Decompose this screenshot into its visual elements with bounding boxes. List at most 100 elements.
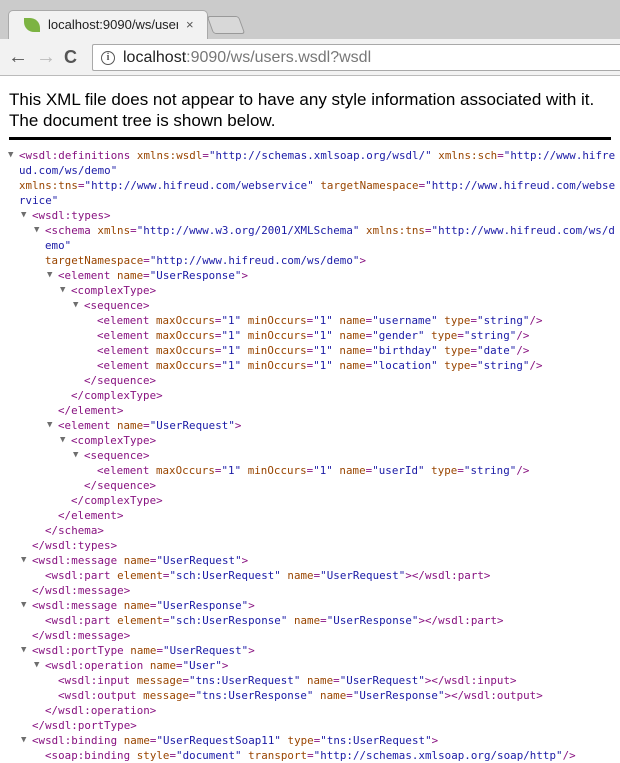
xml-line: <element maxOccurs="1" minOccurs="1" nam… xyxy=(0,463,620,478)
xml-tag: <complexType> xyxy=(71,434,157,447)
xml-tag: <element xyxy=(58,419,117,432)
xml-attr: maxOccurs xyxy=(155,464,215,477)
xml-attr: element xyxy=(117,569,163,582)
browser-tab-content[interactable]: localhost:9090/ws/user × xyxy=(18,10,208,39)
collapse-toggle-icon[interactable]: ▼ xyxy=(21,643,26,658)
collapse-toggle-icon[interactable]: ▼ xyxy=(21,598,26,613)
collapse-toggle-icon[interactable]: ▼ xyxy=(34,223,39,238)
xml-attr: minOccurs xyxy=(247,329,307,342)
xml-style-notice: This XML file does not appear to have an… xyxy=(9,90,595,130)
xml-attr: maxOccurs xyxy=(155,314,215,327)
xml-attr: minOccurs xyxy=(247,344,307,357)
collapse-toggle-icon[interactable]: ▼ xyxy=(21,733,26,748)
xml-tag: ></wsdl:part> xyxy=(405,569,491,582)
xml-line: </wsdl:message> xyxy=(0,628,620,643)
xml-line: </sequence> xyxy=(0,373,620,388)
reload-icon[interactable]: C xyxy=(64,46,77,68)
xml-attr: message xyxy=(143,689,190,702)
close-tab-icon[interactable]: × xyxy=(186,17,194,32)
xml-tag: /> xyxy=(516,344,530,357)
collapse-toggle-icon[interactable]: ▼ xyxy=(60,283,65,298)
collapse-toggle-icon[interactable]: ▼ xyxy=(34,658,39,673)
xml-val: "sch:UserRequest" xyxy=(169,569,281,582)
collapse-toggle-icon[interactable]: ▼ xyxy=(73,448,78,463)
collapse-toggle-icon[interactable]: ▼ xyxy=(8,148,13,163)
xml-tag: <sequence> xyxy=(84,299,150,312)
xml-attr: name xyxy=(306,674,334,687)
xml-val: "UserResponse" xyxy=(352,689,445,702)
xml-line: </sequence> xyxy=(0,478,620,493)
xml-val: "UserRequest" xyxy=(320,569,406,582)
xml-val: "tns:UserRequest" xyxy=(320,734,432,747)
collapse-toggle-icon[interactable]: ▼ xyxy=(21,208,26,223)
xml-tag: </element> xyxy=(58,509,124,522)
xml-val: "UserResponse" xyxy=(156,599,249,612)
xml-val: "document" xyxy=(176,749,242,762)
address-bar[interactable]: i localhost:9090/ws/users.wsdl?wsdl xyxy=(92,44,620,71)
xml-attr: xmlns:wsdl xyxy=(136,149,203,162)
xml-attr: targetNamespace xyxy=(45,254,144,267)
xml-tag: <wsdl:part xyxy=(45,614,118,627)
xml-tag: <soap:binding xyxy=(45,749,137,762)
xml-attr: type xyxy=(431,464,458,477)
xml-attr: element xyxy=(117,614,163,627)
xml-val: "User" xyxy=(182,659,222,672)
xml-val: "gender" xyxy=(372,329,425,342)
xml-val: "1" xyxy=(313,344,333,357)
info-icon[interactable]: i xyxy=(101,50,115,65)
xml-line: </element> xyxy=(0,508,620,523)
xml-val: "UserRequest" xyxy=(163,644,249,657)
xml-tag: <wsdl:operation xyxy=(45,659,150,672)
xml-tag: <complexType> xyxy=(71,284,157,297)
xml-attr: xmlns xyxy=(97,224,131,237)
xml-tag: <wsdl:definitions xyxy=(19,149,137,162)
xml-tag: > xyxy=(221,659,229,672)
xml-tag: </element> xyxy=(58,404,124,417)
xml-line: </complexType> xyxy=(0,493,620,508)
xml-attr: name xyxy=(123,734,150,747)
xml-val: "1" xyxy=(313,464,333,477)
xml-line: ▼ <element name="UserResponse"> xyxy=(0,268,620,283)
new-tab-button[interactable] xyxy=(206,16,246,34)
xml-tag: /> xyxy=(562,749,576,762)
xml-val: "1" xyxy=(313,359,333,372)
xml-attr: name xyxy=(130,644,157,657)
back-icon[interactable]: ← xyxy=(8,46,28,68)
collapse-toggle-icon[interactable]: ▼ xyxy=(21,553,26,568)
xml-attr: minOccurs xyxy=(247,464,307,477)
xml-attr: name xyxy=(149,659,177,672)
xml-val: "1" xyxy=(221,314,242,327)
xml-val: "tns:UserResponse" xyxy=(195,689,314,702)
xml-tag: </sequence> xyxy=(84,374,157,387)
xml-tag: <schema xyxy=(45,224,98,237)
xml-tag: /> xyxy=(516,329,530,342)
xml-attr: xmlns:tns xyxy=(366,224,425,237)
xml-attr: type xyxy=(431,329,458,342)
xml-tag: <element xyxy=(97,464,156,477)
collapse-toggle-icon[interactable]: ▼ xyxy=(47,418,52,433)
xml-tag: /> xyxy=(529,314,543,327)
collapse-toggle-icon[interactable]: ▼ xyxy=(47,268,52,283)
xml-val: "1" xyxy=(221,329,242,342)
xml-tag: > xyxy=(248,644,255,657)
collapse-toggle-icon[interactable]: ▼ xyxy=(60,433,65,448)
forward-icon[interactable]: → xyxy=(36,46,56,68)
xml-tag: > xyxy=(234,419,242,432)
xml-val: "http://schemas.xmlsoap.org/wsdl/" xyxy=(208,149,432,162)
xml-line: xmlns:tns="http://www.hifreud.com/webser… xyxy=(0,178,620,208)
xml-val: "http://www.hifreud.com/ws/demo" xyxy=(149,254,360,267)
xml-val: "username" xyxy=(372,314,438,327)
xml-line: ▼ <element name="UserRequest"> xyxy=(0,418,620,433)
xml-line: <wsdl:part element="sch:UserResponse" na… xyxy=(0,613,620,628)
xml-attr: type xyxy=(444,314,471,327)
xml-tag: > xyxy=(241,554,249,567)
xml-tag: <sequence> xyxy=(84,449,150,462)
xml-line: </wsdl:portType> xyxy=(0,718,620,733)
xml-tag: </complexType> xyxy=(71,494,163,507)
xml-line: ▼ <sequence> xyxy=(0,448,620,463)
xml-line: <element maxOccurs="1" minOccurs="1" nam… xyxy=(0,328,620,343)
xml-attr: name xyxy=(339,314,366,327)
xml-tag: <element xyxy=(58,269,117,282)
xml-attr: name xyxy=(320,689,347,702)
collapse-toggle-icon[interactable]: ▼ xyxy=(73,298,78,313)
